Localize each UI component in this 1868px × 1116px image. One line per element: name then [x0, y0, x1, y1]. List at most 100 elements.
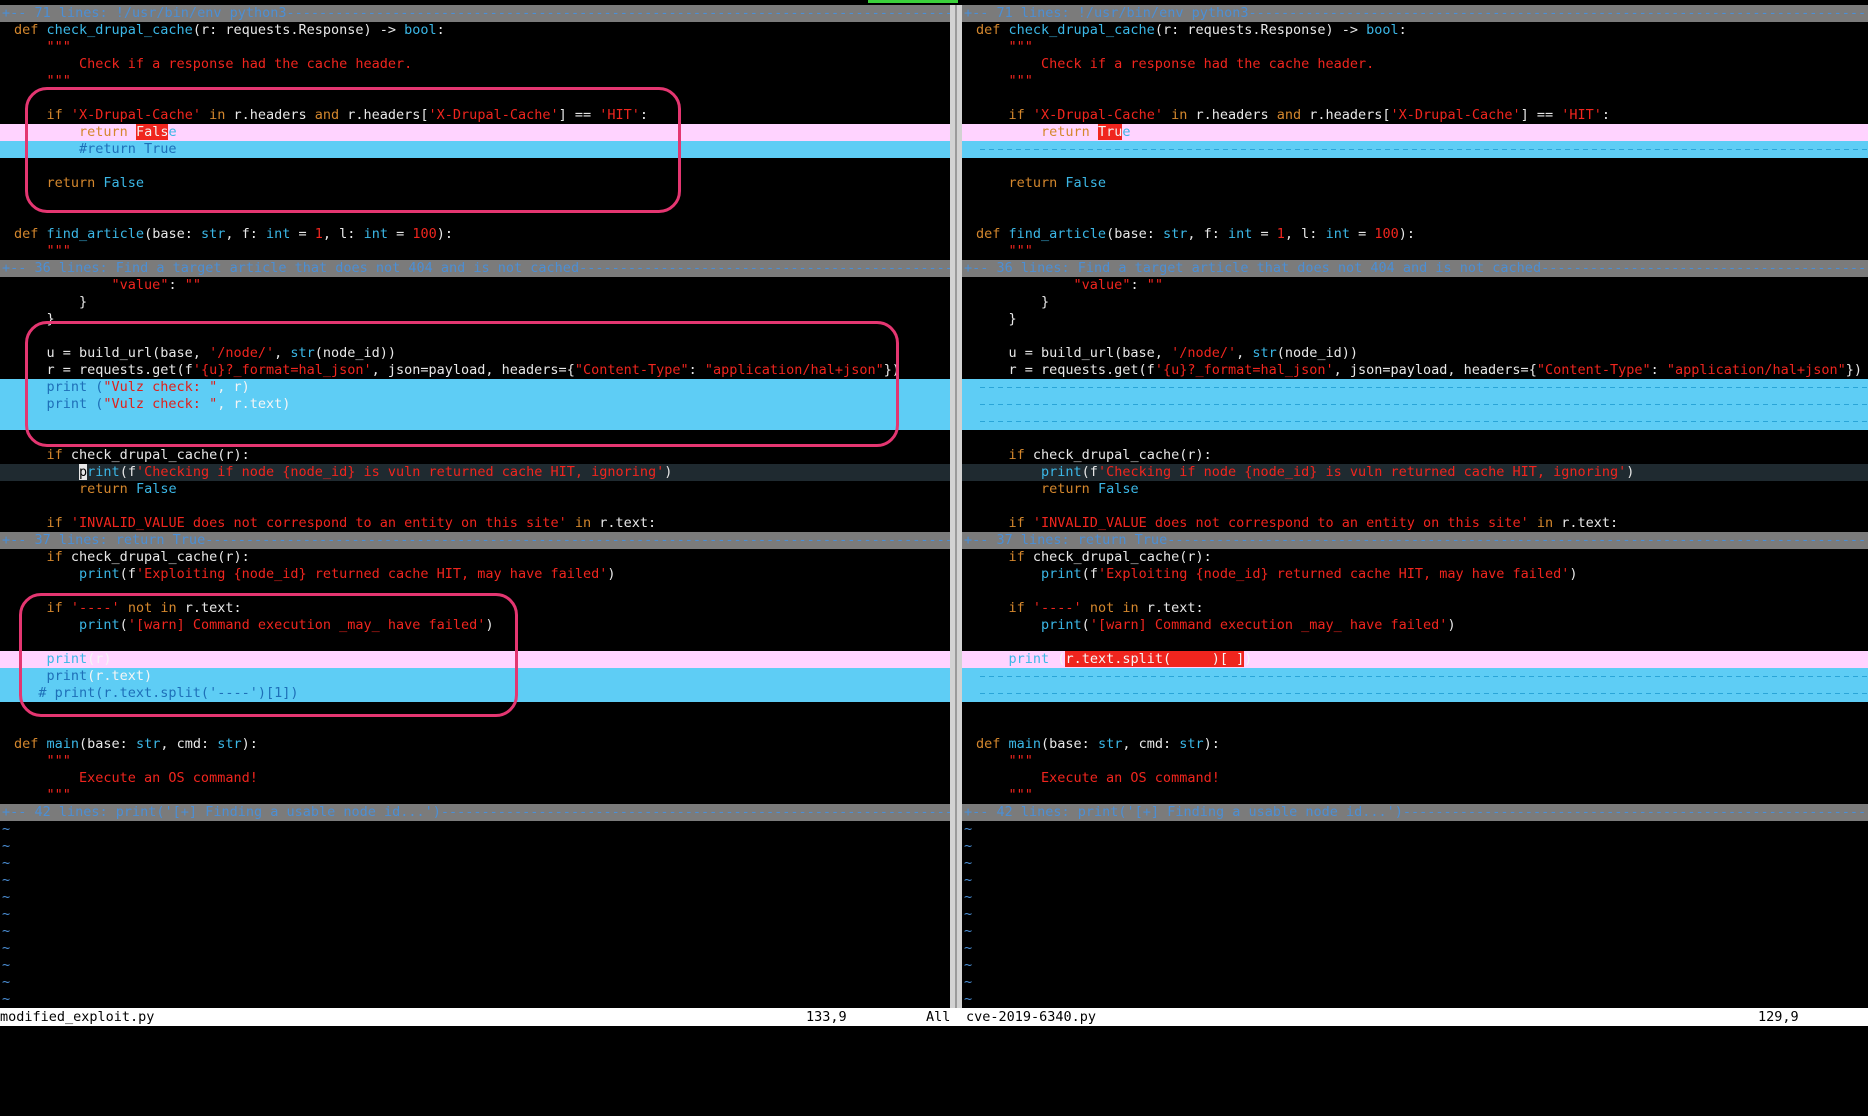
code-line[interactable] [0, 498, 950, 515]
empty-line-marker[interactable]: ~ [962, 821, 1868, 838]
left-diff-pane[interactable]: +-- 71 lines: !/usr/bin/env python3-----… [0, 5, 950, 1005]
code-line[interactable] [0, 158, 950, 175]
code-line[interactable] [0, 192, 950, 209]
code-line[interactable]: """ [962, 753, 1868, 770]
code-line[interactable] [962, 634, 1868, 651]
empty-line-marker[interactable]: ~ [0, 872, 950, 889]
code-line[interactable]: return False [962, 481, 1868, 498]
code-line[interactable]: "value": "" [0, 277, 950, 294]
code-line[interactable]: print ("Vulz check: ", r.text) [0, 396, 950, 413]
code-line[interactable]: print(f'Exploiting {node_id} returned ca… [962, 566, 1868, 583]
code-line[interactable]: """ [0, 73, 950, 90]
code-line[interactable] [962, 328, 1868, 345]
empty-line-marker[interactable]: ~ [962, 974, 1868, 991]
code-line[interactable]: if 'INVALID_VALUE does not correspond to… [962, 515, 1868, 532]
fold-line[interactable]: +-- 71 lines: !/usr/bin/env python3-----… [962, 5, 1868, 22]
code-line[interactable]: "value": "" [962, 277, 1868, 294]
code-line[interactable] [962, 396, 1868, 413]
empty-line-marker[interactable]: ~ [0, 906, 950, 923]
code-line[interactable] [0, 413, 950, 430]
code-line[interactable]: return False [962, 175, 1868, 192]
code-line[interactable]: print ("Vulz check: ", r) [0, 379, 950, 396]
code-line[interactable]: """ [0, 39, 950, 56]
code-line[interactable] [962, 379, 1868, 396]
code-line[interactable]: Execute an OS command! [962, 770, 1868, 787]
code-line[interactable] [962, 583, 1868, 600]
code-line[interactable]: return True [962, 124, 1868, 141]
right-diff-pane[interactable]: +-- 71 lines: !/usr/bin/env python3-----… [962, 5, 1868, 1005]
code-line[interactable]: return False [0, 481, 950, 498]
empty-line-marker[interactable]: ~ [0, 838, 950, 855]
code-line[interactable] [0, 328, 950, 345]
empty-line-marker[interactable]: ~ [0, 940, 950, 957]
code-line[interactable]: } [0, 294, 950, 311]
code-line[interactable]: if check_drupal_cache(r): [962, 447, 1868, 464]
code-line[interactable]: r = requests.get(f'{u}?_format=hal_json'… [0, 362, 950, 379]
code-line[interactable]: def check_drupal_cache(r: requests.Respo… [962, 22, 1868, 39]
code-line[interactable] [962, 498, 1868, 515]
fold-line[interactable]: +-- 42 lines: print('[+] Finding a usabl… [962, 804, 1868, 821]
code-line[interactable] [0, 634, 950, 651]
code-line[interactable]: """ [962, 787, 1868, 804]
code-line[interactable]: r = requests.get(f'{u}?_format=hal_json'… [962, 362, 1868, 379]
code-line[interactable] [962, 702, 1868, 719]
code-line[interactable]: def check_drupal_cache(r: requests.Respo… [0, 22, 950, 39]
code-line[interactable] [0, 702, 950, 719]
code-line[interactable]: print('[warn] Command execution _may_ ha… [962, 617, 1868, 634]
code-line[interactable]: # print(r.text.split('----')[1]) [0, 685, 950, 702]
vertical-split-divider[interactable] [950, 5, 962, 1026]
code-line[interactable]: """ [962, 39, 1868, 56]
fold-line[interactable]: +-- 71 lines: !/usr/bin/env python3-----… [0, 5, 950, 22]
code-line[interactable] [0, 90, 950, 107]
empty-line-marker[interactable]: ~ [0, 957, 950, 974]
code-line[interactable]: Check if a response had the cache header… [0, 56, 950, 73]
code-line[interactable]: """ [962, 243, 1868, 260]
code-line[interactable]: print(f'Checking if node {node_id} is vu… [0, 464, 950, 481]
empty-line-marker[interactable]: ~ [962, 991, 1868, 1005]
code-line[interactable]: print('[warn] Command execution _may_ ha… [0, 617, 950, 634]
code-line[interactable]: if 'INVALID_VALUE does not correspond to… [0, 515, 950, 532]
empty-line-marker[interactable]: ~ [0, 889, 950, 906]
code-line[interactable] [962, 668, 1868, 685]
empty-line-marker[interactable]: ~ [962, 889, 1868, 906]
code-line[interactable]: print(r) [0, 651, 950, 668]
code-line[interactable]: def find_article(base: str, f: int = 1, … [962, 226, 1868, 243]
fold-line[interactable]: +-- 37 lines: return True---------------… [0, 532, 950, 549]
code-line[interactable]: return False [0, 175, 950, 192]
empty-line-marker[interactable]: ~ [962, 872, 1868, 889]
code-line[interactable]: print (r.text.split( )[ ]) [962, 651, 1868, 668]
code-line[interactable]: """ [962, 73, 1868, 90]
code-line[interactable]: def find_article(base: str, f: int = 1, … [0, 226, 950, 243]
code-line[interactable]: if check_drupal_cache(r): [0, 549, 950, 566]
empty-line-marker[interactable]: ~ [962, 923, 1868, 940]
code-line[interactable]: print(f'Checking if node {node_id} is vu… [962, 464, 1868, 481]
code-line[interactable]: """ [0, 753, 950, 770]
code-line[interactable] [962, 192, 1868, 209]
code-line[interactable]: return False [0, 124, 950, 141]
code-line[interactable] [962, 719, 1868, 736]
empty-line-marker[interactable]: ~ [0, 991, 950, 1005]
code-line[interactable] [962, 413, 1868, 430]
code-line[interactable]: if 'X-Drupal-Cache' in r.headers and r.h… [962, 107, 1868, 124]
code-line[interactable]: Check if a response had the cache header… [962, 56, 1868, 73]
fold-line[interactable]: +-- 36 lines: Find a target article that… [0, 260, 950, 277]
code-line[interactable] [0, 209, 950, 226]
code-line[interactable]: print(f'Exploiting {node_id} returned ca… [0, 566, 950, 583]
code-line[interactable]: if check_drupal_cache(r): [0, 447, 950, 464]
code-line[interactable] [962, 685, 1868, 702]
code-line[interactable]: } [962, 311, 1868, 328]
code-line[interactable]: print(r.text) [0, 668, 950, 685]
empty-line-marker[interactable]: ~ [962, 957, 1868, 974]
code-line[interactable]: if '----' not in r.text: [0, 600, 950, 617]
code-line[interactable] [0, 583, 950, 600]
code-line[interactable]: u = build_url(base, '/node/', str(node_i… [962, 345, 1868, 362]
code-line[interactable]: } [0, 311, 950, 328]
empty-line-marker[interactable]: ~ [0, 974, 950, 991]
code-line[interactable] [0, 719, 950, 736]
empty-line-marker[interactable]: ~ [962, 838, 1868, 855]
code-line[interactable] [962, 158, 1868, 175]
fold-line[interactable]: +-- 42 lines: print('[+] Finding a usabl… [0, 804, 950, 821]
code-line[interactable] [0, 430, 950, 447]
code-line[interactable]: #return True [0, 141, 950, 158]
code-line[interactable]: u = build_url(base, '/node/', str(node_i… [0, 345, 950, 362]
